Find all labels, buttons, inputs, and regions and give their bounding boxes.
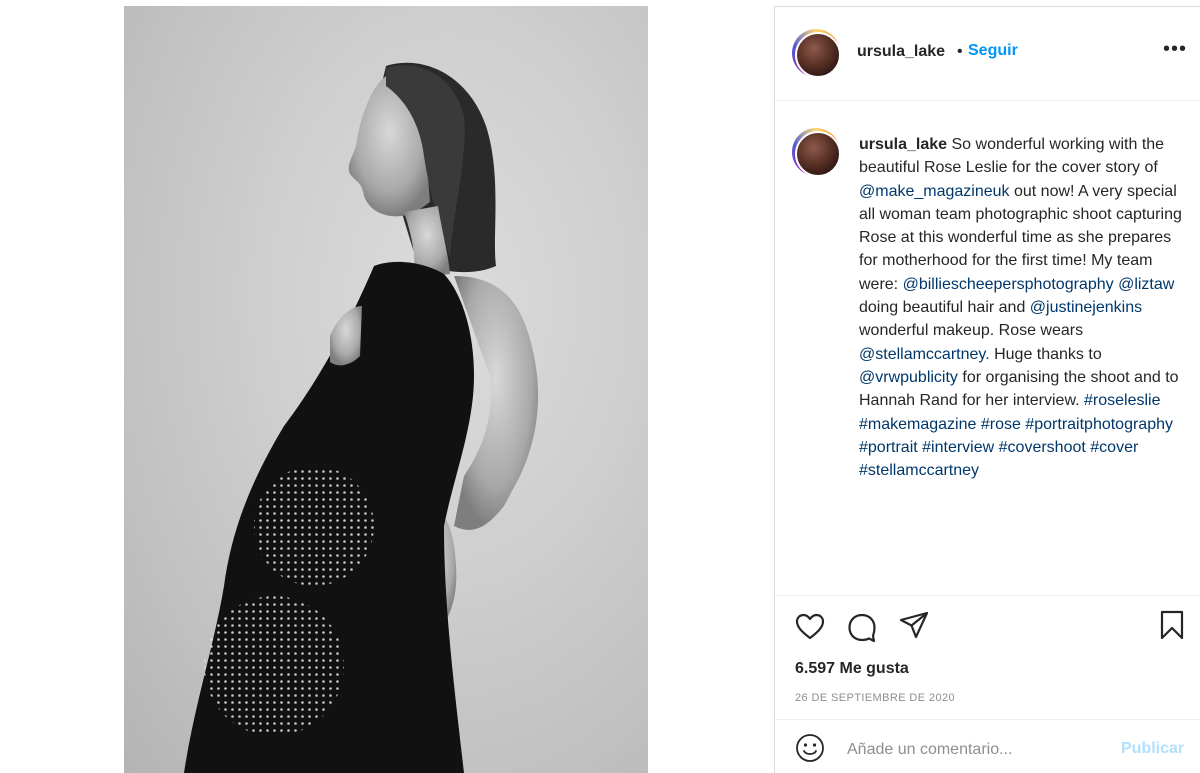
mention-link[interactable]: @stellamccartney — [859, 346, 985, 363]
separator-dot: • — [957, 43, 963, 60]
paper-plane-icon[interactable] — [897, 608, 931, 642]
comment-bar: Publicar — [775, 719, 1200, 773]
likes-count[interactable]: 6.597 Me gusta — [795, 660, 909, 678]
caption-text-segment: doing beautiful hair and — [859, 299, 1030, 317]
mention-link[interactable]: @billiescheepersphotography — [903, 276, 1114, 293]
mention-link[interactable]: @make_magazineuk — [859, 183, 1010, 200]
comment-bubble-icon[interactable] — [845, 610, 879, 644]
hashtag-link[interactable]: #stellamccartney — [859, 462, 979, 479]
caption-text-segment: . Huge thanks to — [985, 345, 1102, 363]
hashtag-link[interactable]: #roseleslie — [1084, 392, 1160, 409]
header-username[interactable]: ursula_lake — [857, 43, 945, 61]
hashtag-link[interactable]: #covershoot — [999, 439, 1086, 456]
post-photo[interactable] — [124, 6, 648, 773]
mention-link[interactable]: @liztaw — [1118, 276, 1174, 293]
hashtag-link[interactable]: #rose — [981, 416, 1021, 433]
photo-panel — [0, 0, 775, 773]
post-header: ursula_lake • Seguir ••• — [775, 7, 1200, 101]
mention-link[interactable]: @vrwpublicity — [859, 369, 958, 386]
emoji-smile-icon[interactable] — [794, 732, 826, 764]
caption-block: ursula_lake So wonderful working with th… — [775, 102, 1200, 594]
hashtag-link[interactable]: #interview — [922, 439, 994, 456]
instagram-post-page: ursula_lake • Seguir ••• ursula_lake So … — [0, 0, 1200, 773]
publish-button[interactable]: Publicar — [1121, 740, 1184, 758]
caption-avatar[interactable] — [792, 128, 841, 177]
caption-text-segment: wonderful makeup. Rose wears — [859, 322, 1084, 340]
caption-body: So wonderful working with the beautiful … — [859, 136, 1182, 479]
post-sidebar: ursula_lake • Seguir ••• ursula_lake So … — [774, 6, 1200, 773]
caption-text: ursula_lake So wonderful working with th… — [859, 133, 1185, 482]
hashtag-link[interactable]: #portraitphotography — [1025, 416, 1173, 433]
mention-link[interactable]: @justinejenkins — [1030, 299, 1142, 316]
more-horizontal-icon[interactable]: ••• — [1163, 39, 1187, 61]
post-photo-illustration — [184, 62, 539, 773]
comment-input[interactable] — [847, 738, 1097, 762]
bookmark-icon[interactable] — [1155, 608, 1189, 642]
hashtag-link[interactable]: #portrait — [859, 439, 918, 456]
action-bar: 6.597 Me gusta 26 DE SEPTIEMBRE DE 2020 … — [775, 595, 1200, 773]
heart-icon[interactable] — [793, 610, 827, 644]
caption-username[interactable]: ursula_lake — [859, 136, 947, 153]
hashtag-link[interactable]: #cover — [1090, 439, 1138, 456]
hashtag-link[interactable]: #makemagazine — [859, 416, 976, 433]
follow-button[interactable]: Seguir — [968, 42, 1018, 60]
avatar[interactable] — [792, 29, 841, 78]
post-date[interactable]: 26 DE SEPTIEMBRE DE 2020 — [795, 692, 955, 704]
